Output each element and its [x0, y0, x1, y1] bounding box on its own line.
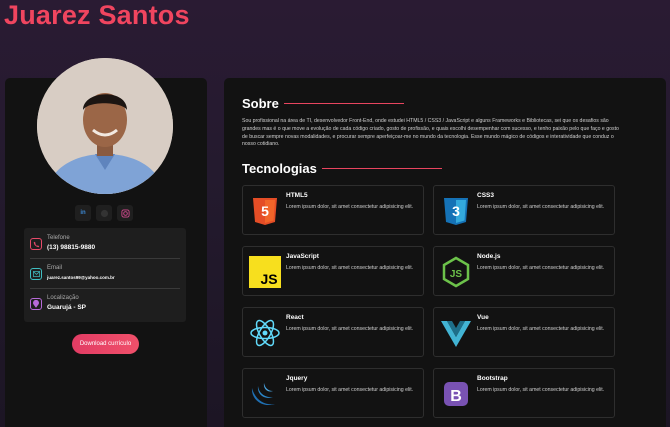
javascript-icon: JS: [249, 256, 281, 288]
tech-name: Jquery: [286, 375, 308, 382]
svg-text:5: 5: [261, 203, 269, 219]
tech-description: Lorem ipsum dolor, sit amet consectetur …: [286, 265, 414, 271]
tech-name: Node.js: [477, 253, 501, 260]
contact-phone: Telefone (13) 98815-9880: [24, 230, 186, 258]
contact-value[interactable]: (13) 98815-9880: [47, 244, 95, 251]
tech-name: CSS3: [477, 192, 494, 199]
technologies-title-underline: [322, 168, 442, 169]
tech-card-jquery[interactable]: Jquery Lorem ipsum dolor, sit amet conse…: [242, 368, 424, 418]
download-resume-button[interactable]: Download currículo: [72, 334, 139, 354]
profile-card: in Telefone (13) 98815-9880 Email juarez…: [5, 58, 207, 427]
instagram-icon[interactable]: [117, 205, 133, 221]
contact-label: Email: [47, 265, 63, 271]
tech-description: Lorem ipsum dolor, sit amet consectetur …: [286, 326, 414, 332]
tech-description: Lorem ipsum dolor, sit amet consectetur …: [477, 387, 605, 393]
contact-email: Email juarez.santos99@yahoo.com.br: [24, 260, 186, 288]
react-icon: [250, 319, 280, 347]
tech-card-html5[interactable]: 5 HTML5 Lorem ipsum dolor, sit amet cons…: [242, 185, 424, 235]
tech-card-bootstrap[interactable]: B Bootstrap Lorem ipsum dolor, sit amet …: [433, 368, 615, 418]
phone-icon: [30, 238, 42, 250]
main-content-card: Sobre Sou profissional na área de TI, de…: [224, 78, 666, 427]
tech-card-css3[interactable]: 3 CSS3 Lorem ipsum dolor, sit amet conse…: [433, 185, 615, 235]
tech-name: Bootstrap: [477, 375, 508, 382]
tech-name: HTML5: [286, 192, 308, 199]
tech-description: Lorem ipsum dolor, sit amet consectetur …: [286, 204, 414, 210]
contact-value: Guarujá - SP: [47, 304, 87, 311]
about-title-underline: [284, 103, 404, 104]
about-text: Sou profissional na área de TI, desenvol…: [242, 118, 619, 148]
tech-card-vue[interactable]: Vue Lorem ipsum dolor, sit amet consecte…: [433, 307, 615, 357]
social-links: in: [75, 205, 133, 221]
css3-icon: 3: [444, 198, 468, 225]
linkedin-icon[interactable]: in: [75, 205, 91, 221]
nodejs-icon: JS: [442, 256, 470, 288]
svg-text:JS: JS: [260, 271, 277, 287]
technologies-title: Tecnologias: [242, 161, 317, 176]
tech-card-javascript[interactable]: JS JavaScript Lorem ipsum dolor, sit ame…: [242, 246, 424, 296]
page-title: Juarez Santos: [4, 0, 190, 30]
tech-description: Lorem ipsum dolor, sit amet consectetur …: [477, 204, 605, 210]
tech-description: Lorem ipsum dolor, sit amet consectetur …: [286, 387, 414, 393]
html5-icon: 5: [253, 198, 277, 225]
bootstrap-icon: B: [444, 382, 468, 406]
github-icon[interactable]: [96, 205, 112, 221]
about-title: Sobre: [242, 96, 279, 111]
tech-description: Lorem ipsum dolor, sit amet consectetur …: [477, 326, 605, 332]
contact-value[interactable]: juarez.santos99@yahoo.com.br: [47, 275, 115, 280]
contact-location: Localização Guarujá - SP: [24, 290, 186, 318]
jquery-icon: [251, 383, 275, 406]
vue-icon: [441, 321, 471, 347]
tech-name: React: [286, 314, 304, 321]
tech-card-react[interactable]: React Lorem ipsum dolor, sit amet consec…: [242, 307, 424, 357]
linkedin-label: in: [80, 210, 86, 216]
location-icon: [30, 298, 42, 310]
tech-name: JavaScript: [286, 253, 319, 260]
divider: [30, 288, 180, 289]
svg-text:JS: JS: [450, 269, 463, 280]
svg-text:3: 3: [452, 203, 460, 219]
contact-label: Telefone: [47, 235, 70, 241]
contact-label: Localização: [47, 295, 79, 301]
tech-description: Lorem ipsum dolor, sit amet consectetur …: [477, 265, 605, 271]
email-icon: [30, 268, 42, 280]
divider: [30, 258, 180, 259]
tech-name: Vue: [477, 314, 489, 321]
contact-list: Telefone (13) 98815-9880 Email juarez.sa…: [24, 228, 186, 322]
avatar: [37, 58, 173, 194]
tech-card-nodejs[interactable]: JS Node.js Lorem ipsum dolor, sit amet c…: [433, 246, 615, 296]
svg-text:B: B: [450, 388, 462, 405]
